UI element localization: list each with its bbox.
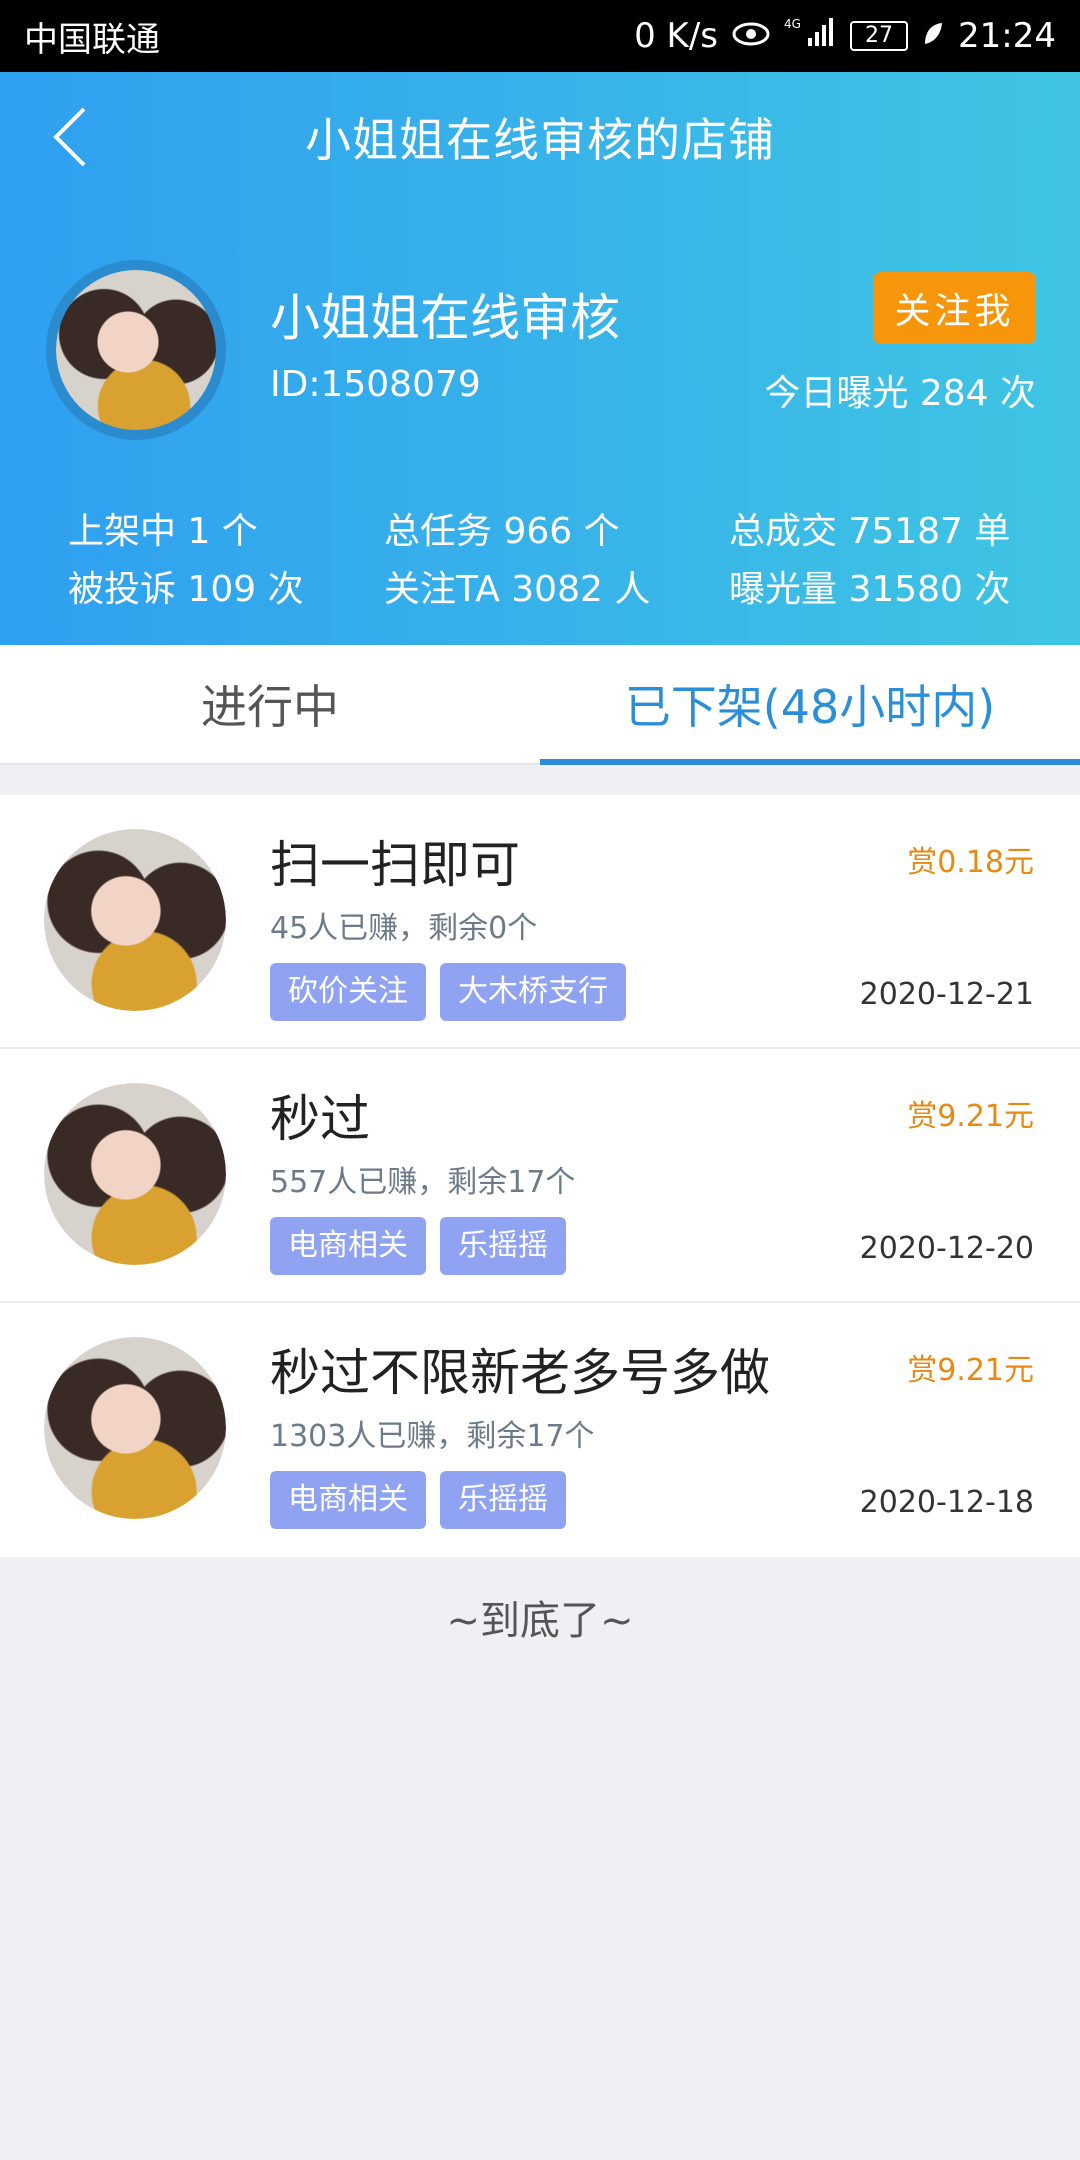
avatar bbox=[44, 829, 226, 1011]
follow-button[interactable]: 关注我 bbox=[873, 272, 1036, 344]
stat-on-shelf: 上架中 1 个 bbox=[68, 511, 258, 552]
task-meta: 1303人已赚，剩余17个 bbox=[270, 1419, 595, 1454]
tag: 电商相关 bbox=[270, 1471, 426, 1529]
stat-followers: 关注TA 3082 人 bbox=[384, 569, 651, 610]
stat-complaints: 被投诉 109 次 bbox=[68, 569, 304, 610]
tab-in-progress[interactable]: 进行中 bbox=[0, 645, 540, 763]
tag: 大木桥支行 bbox=[440, 963, 626, 1021]
list-item[interactable]: 秒过不限新老多号多做 1303人已赚，剩余17个 电商相关 乐摇摇 赏9.21元… bbox=[0, 1303, 1080, 1557]
stat-total-deals: 总成交 75187 单 bbox=[729, 511, 1011, 552]
task-reward: 赏0.18元 bbox=[907, 845, 1034, 880]
shop-header: 小姐姐在线审核的店铺 小姐姐在线审核 ID:1508079 关注我 今日曝光 2… bbox=[0, 72, 1080, 645]
task-meta: 45人已赚，剩余0个 bbox=[270, 911, 538, 946]
shop-id: ID:1508079 bbox=[270, 364, 481, 405]
page-title: 小姐姐在线审核的店铺 bbox=[305, 113, 775, 167]
task-list: 扫一扫即可 45人已赚，剩余0个 砍价关注 大木桥支行 赏0.18元 2020-… bbox=[0, 795, 1080, 1557]
network-type: 4G bbox=[784, 17, 801, 31]
clock: 21:24 bbox=[958, 16, 1056, 56]
end-of-list-text: ~到底了~ bbox=[446, 1598, 634, 1644]
task-reward: 赏9.21元 bbox=[907, 1099, 1034, 1134]
stat-exposure-total: 曝光量 31580 次 bbox=[729, 569, 1011, 610]
eye-icon bbox=[732, 16, 770, 56]
shop-name: 小姐姐在线审核 bbox=[270, 289, 620, 347]
carrier-label: 中国联通 bbox=[24, 19, 160, 60]
network-speed: 0 K/s bbox=[634, 16, 719, 56]
task-title: 秒过不限新老多号多做 bbox=[270, 1344, 770, 1402]
task-date: 2020-12-20 bbox=[859, 1231, 1034, 1266]
tab-bar: 进行中 已下架(48小时内) bbox=[0, 645, 1080, 765]
list-item[interactable]: 扫一扫即可 45人已赚，剩余0个 砍价关注 大木桥支行 赏0.18元 2020-… bbox=[0, 795, 1080, 1049]
task-tags: 砍价关注 大木桥支行 bbox=[270, 963, 626, 1021]
list-item[interactable]: 秒过 557人已赚，剩余17个 电商相关 乐摇摇 赏9.21元 2020-12-… bbox=[0, 1049, 1080, 1303]
tag: 砍价关注 bbox=[270, 963, 426, 1021]
task-date: 2020-12-21 bbox=[859, 977, 1034, 1012]
task-reward: 赏9.21元 bbox=[907, 1353, 1034, 1388]
exposure-today: 今日曝光 284 次 bbox=[764, 373, 1036, 414]
task-meta: 557人已赚，剩余17个 bbox=[270, 1165, 576, 1200]
task-title: 扫一扫即可 bbox=[270, 836, 520, 894]
leaf-icon bbox=[922, 16, 944, 56]
shop-avatar bbox=[46, 260, 226, 440]
task-tags: 电商相关 乐摇摇 bbox=[270, 1217, 566, 1275]
stat-total-tasks: 总任务 966 个 bbox=[384, 511, 620, 552]
status-bar: 中国联通 0 K/s 4G 27 21:24 bbox=[0, 0, 1080, 72]
tag: 电商相关 bbox=[270, 1217, 426, 1275]
signal-icon: 4G bbox=[784, 16, 836, 57]
status-icons: 0 K/s 4G 27 21:24 bbox=[634, 16, 1056, 57]
task-date: 2020-12-18 bbox=[859, 1485, 1034, 1520]
avatar bbox=[44, 1083, 226, 1265]
avatar bbox=[44, 1337, 226, 1519]
battery-icon: 27 bbox=[850, 21, 909, 51]
tab-delisted[interactable]: 已下架(48小时内) bbox=[540, 645, 1080, 765]
tag: 乐摇摇 bbox=[440, 1217, 566, 1275]
task-title: 秒过 bbox=[270, 1090, 370, 1148]
tag: 乐摇摇 bbox=[440, 1471, 566, 1529]
task-tags: 电商相关 乐摇摇 bbox=[270, 1471, 566, 1529]
